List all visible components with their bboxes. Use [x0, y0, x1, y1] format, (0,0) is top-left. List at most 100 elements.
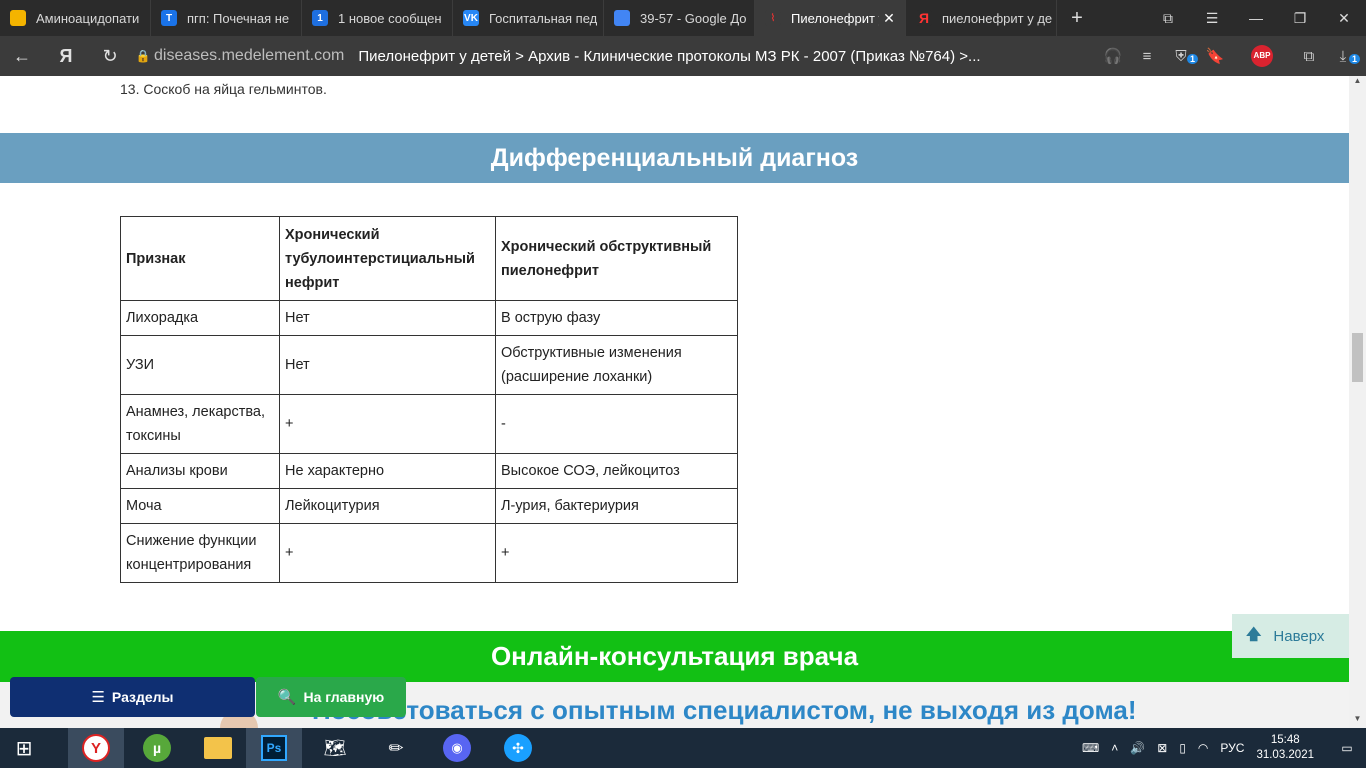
table-cell: Нет [279, 300, 496, 336]
restore-button[interactable]: ❐ [1278, 10, 1322, 27]
back-arrow-icon[interactable]: ← [0, 46, 44, 67]
browser-tab[interactable]: 39-57 - Google До [604, 0, 755, 36]
pencil-app-taskbar-icon[interactable]: ✏ [368, 728, 424, 768]
utorrent-taskbar-icon[interactable]: µ [124, 728, 190, 768]
tab-title: Госпитальная пед [489, 10, 598, 26]
adblock-icon[interactable]: ABP [1232, 45, 1292, 67]
table-cell: Снижение функции концентрирования [120, 523, 280, 583]
download-badge: 1 [1348, 53, 1360, 64]
scroll-thumb[interactable] [1352, 333, 1363, 382]
table-cell: Лейкоцитурия [279, 488, 496, 524]
section-header: Дифференциальный диагноз [0, 133, 1349, 183]
volume-icon[interactable]: 🔊 [1130, 741, 1145, 755]
home-label: На главную [303, 689, 385, 705]
section-title: Дифференциальный диагноз [490, 143, 859, 172]
clock-date: 31.03.2021 [1256, 749, 1314, 761]
download-icon[interactable]: ⤓ 1 [1326, 48, 1360, 65]
system-tray: ⌨ ˄ 🔊 ⊠ ▯ ◠ РУС 15:48 31.03.2021 ▭ [1076, 728, 1366, 768]
file-explorer-taskbar-icon[interactable] [190, 728, 246, 768]
yandex-logo-icon[interactable]: Я [44, 46, 88, 67]
photoshop-taskbar-icon[interactable]: Ps [246, 728, 302, 768]
table-row: Моча Лейкоцитурия Л-урия, бактериурия [120, 488, 738, 524]
language-indicator[interactable]: РУС [1220, 741, 1244, 755]
browser-tab[interactable]: 1 1 новое сообщен [302, 0, 453, 36]
window-controls: ⧉ ☰ — ❐ ✕ [1146, 0, 1366, 36]
arrow-up-icon: 🡅 [1246, 625, 1262, 643]
scroll-down-arrow-icon[interactable]: ▼ [1349, 714, 1366, 728]
table-row: Лихорадка Нет В острую фазу [120, 300, 738, 336]
close-window-button[interactable]: ✕ [1322, 10, 1366, 27]
url-field[interactable]: 🔒 diseases.medelement.com Пиелонефрит у … [132, 36, 1096, 76]
table-row: УЗИ Нет Обструктивные изменения (расшире… [120, 335, 738, 395]
new-tab-button[interactable]: + [1059, 0, 1095, 36]
menu-icon[interactable]: ☰ [1190, 10, 1234, 27]
reload-icon[interactable]: ↻ [88, 46, 132, 67]
tab-manager-icon[interactable]: ⧉ [1146, 10, 1190, 27]
task-view-icon[interactable] [48, 728, 68, 768]
table-cell: Обструктивные изменения (расширение лоха… [495, 335, 738, 395]
table-cell: Л-урия, бактериурия [495, 488, 738, 524]
lock-icon[interactable]: 🔒 [132, 49, 154, 63]
tab-title: 39-57 - Google До [640, 10, 747, 26]
notifications-icon[interactable]: ▭ [1334, 741, 1360, 755]
docs-icon [614, 10, 630, 26]
yandex-icon: Я [916, 10, 932, 26]
page-content: 13. Соскоб на яйца гельминтов. Дифференц… [0, 76, 1349, 728]
header-cell: Хронический обструктивный пиелонефрит [495, 216, 738, 301]
sections-button[interactable]: ☰ Разделы [10, 677, 255, 717]
browser-tab[interactable]: Аминоацидопати [0, 0, 151, 36]
sections-label: Разделы [111, 689, 174, 705]
yandex-browser-taskbar-icon[interactable]: Y [68, 728, 124, 768]
network-icon[interactable]: ⊠ [1157, 741, 1167, 755]
tab-title: Пиелонефрит у [791, 10, 879, 26]
page-scrollbar[interactable]: ▲ ▼ [1349, 76, 1366, 728]
differential-diagnosis-table: Признак Хронический тубулоинтерстициальн… [120, 216, 738, 583]
browser-tab[interactable]: ⌇ Пиелонефрит у ✕ [755, 0, 906, 36]
list-icon: ☰ [91, 689, 105, 706]
discord-taskbar-icon[interactable]: ◉ [424, 728, 490, 768]
table-cell: Не характерно [279, 453, 496, 489]
collections-icon[interactable]: ⧉ [1292, 48, 1326, 65]
back-to-top-button[interactable]: 🡅 Наверх [1232, 614, 1349, 658]
maps-taskbar-icon[interactable]: 🗺 [302, 728, 368, 768]
table-row: Анализы крови Не характерно Высокое СОЭ,… [120, 453, 738, 489]
consultation-title: Онлайн-консультация врача [490, 641, 859, 671]
bookmark-icon[interactable]: 🔖 [1198, 47, 1232, 65]
browser-tab[interactable]: VK Госпитальная пед [453, 0, 604, 36]
browser-tab[interactable]: Tпгп: Почечная не [151, 0, 302, 36]
headphones-icon[interactable]: 🎧 [1096, 47, 1130, 65]
url-page-title[interactable]: Пиелонефрит у детей > Архив - Клинически… [358, 48, 980, 65]
shield-badge: 1 [1186, 53, 1198, 64]
previous-list-item: 13. Соскоб на яйца гельминтов. [120, 81, 327, 97]
minimize-button[interactable]: — [1234, 10, 1278, 26]
battery-icon[interactable]: ▯ [1179, 741, 1186, 755]
table-cell: + [279, 523, 496, 583]
vk-icon: VK [463, 10, 479, 26]
reader-mode-icon[interactable]: ≡ [1130, 48, 1164, 65]
tab-title: пгп: Почечная не [187, 10, 290, 26]
windows-start-icon[interactable]: ⊞ [0, 728, 48, 768]
table-cell: Моча [120, 488, 280, 524]
table-cell: Высокое СОЭ, лейкоцитоз [495, 453, 738, 489]
shield-icon[interactable]: ⛨ 1 [1164, 48, 1198, 65]
consultation-subtitle[interactable]: Посоветоваться с опытным специалистом, н… [312, 695, 1136, 726]
close-tab-icon[interactable]: ✕ [879, 10, 899, 27]
table-row: Анамнез, лекарства, токсины + - [120, 394, 738, 454]
keyboard-icon[interactable]: ⌨ [1082, 741, 1099, 755]
url-domain[interactable]: diseases.medelement.com [154, 47, 344, 65]
table-row: Снижение функции концентрирования + + [120, 523, 738, 583]
app-taskbar-icon[interactable]: ✣ [490, 728, 546, 768]
scroll-up-arrow-icon[interactable]: ▲ [1349, 76, 1366, 90]
tray-expand-icon[interactable]: ˄ [1111, 741, 1118, 755]
back-to-top-label: Наверх [1273, 627, 1325, 645]
browser-tab[interactable]: Япиелонефрит у де [906, 0, 1057, 36]
header-cell: Хронический тубулоинтерстициальный нефри… [279, 216, 496, 301]
browser-tab-bar: Аминоацидопати Tпгп: Почечная не 1 1 новое … [0, 0, 1366, 36]
table-cell: - [495, 394, 738, 454]
clock[interactable]: 15:48 31.03.2021 [1256, 733, 1314, 763]
toolbar-icons: 🎧 ≡ ⛨ 1 🔖 ABP ⧉ ⤓ 1 [1096, 45, 1360, 67]
adblock-label: ABP [1251, 45, 1273, 67]
home-button[interactable]: 🔍 На главную [256, 677, 406, 717]
medelement-icon: ⌇ [765, 10, 781, 26]
wifi-icon[interactable]: ◠ [1198, 741, 1208, 755]
